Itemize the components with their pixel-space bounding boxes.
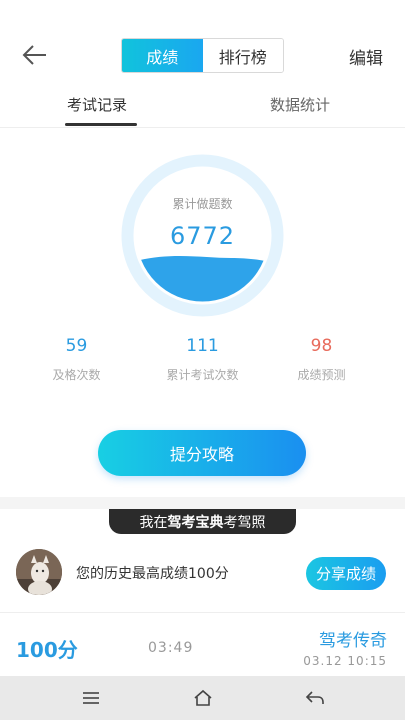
avatar[interactable]	[16, 549, 62, 595]
record-date: 03.12 10:15	[303, 654, 387, 668]
back-arrow-icon[interactable]	[18, 38, 52, 72]
home-icon[interactable]	[192, 687, 214, 709]
edit-button[interactable]: 编辑	[349, 44, 383, 69]
gauge-value: 6772	[169, 222, 236, 250]
brand-banner: 我在 驾考宝典 考驾照	[109, 509, 296, 534]
gauge-label: 累计做题数	[172, 197, 233, 211]
stat-exam-count: 111 累计考试次数	[135, 336, 270, 383]
record-title: 驾考传奇	[319, 631, 387, 651]
share-score-button[interactable]: 分享成绩	[306, 557, 386, 590]
banner-brand: 驾考宝典	[167, 514, 224, 531]
improve-strategy-button[interactable]: 提分攻略	[98, 430, 306, 476]
record-duration: 03:49	[148, 640, 194, 656]
stat-value: 111	[186, 336, 219, 356]
stat-label: 及格次数	[52, 368, 101, 382]
record-score: 100分	[16, 638, 78, 662]
tab-exam-records[interactable]: 考试记录	[67, 94, 127, 115]
stat-pass-count: 59 及格次数	[9, 336, 144, 383]
stat-label: 累计考试次数	[166, 368, 239, 382]
banner-suffix: 考驾照	[223, 514, 266, 531]
segment-score[interactable]: 成绩	[122, 39, 203, 72]
system-nav-bar	[0, 676, 405, 720]
tab-statistics[interactable]: 数据统计	[270, 94, 330, 115]
top-bar: 成绩 排行榜 编辑	[0, 0, 405, 80]
banner-prefix: 我在	[139, 514, 168, 531]
stat-score-prediction: 98 成绩预测	[254, 336, 389, 383]
tab-bar: 考试记录 数据统计	[0, 88, 405, 128]
segmented-control: 成绩 排行榜	[121, 38, 284, 73]
stat-value: 98	[310, 336, 333, 356]
segment-leaderboard[interactable]: 排行榜	[202, 39, 283, 72]
section-divider	[0, 497, 405, 509]
row-divider	[0, 612, 405, 613]
best-score-text: 您的历史最高成绩100分	[76, 566, 229, 582]
active-tab-indicator	[65, 123, 137, 126]
stat-value: 59	[65, 336, 88, 356]
menu-icon[interactable]	[80, 687, 102, 709]
stat-label: 成绩预测	[297, 368, 346, 382]
nav-back-icon[interactable]	[304, 687, 326, 709]
